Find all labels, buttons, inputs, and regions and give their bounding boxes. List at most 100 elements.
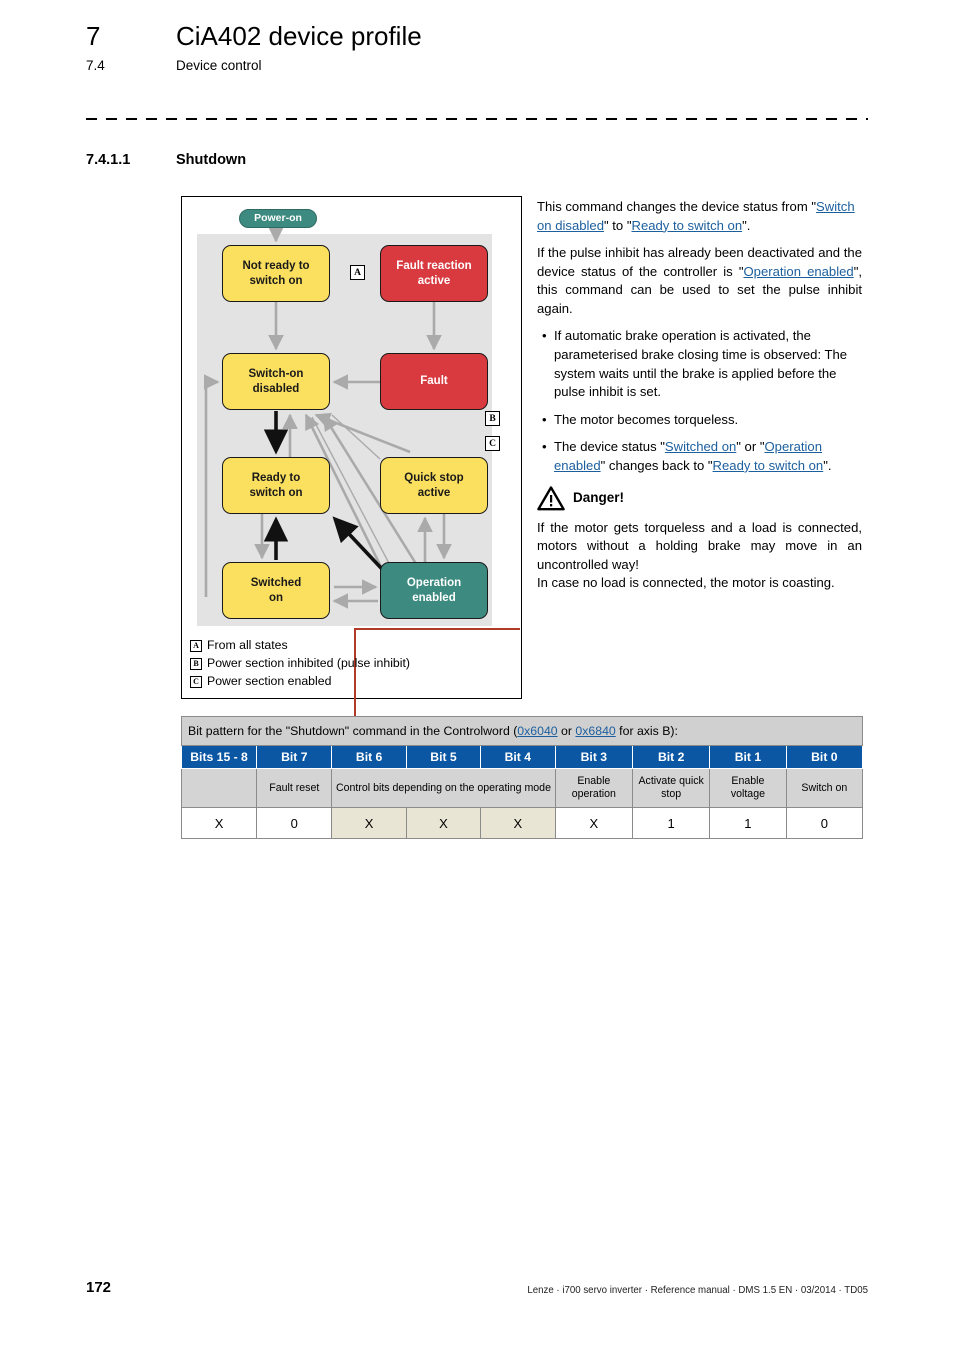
danger-paragraph-2: In case no load is connected, the motor … [537, 575, 835, 591]
state-operation-enabled: Operation enabled [380, 562, 488, 619]
link-ready-to-switch-on[interactable]: Ready to switch on [631, 218, 742, 233]
bullet3-text-d: ". [823, 457, 832, 473]
marker-a-icon: A [190, 640, 202, 652]
marker-b-icon: B [190, 657, 202, 670]
bullet3-text-b: " or " [736, 439, 765, 455]
table-description-row: Fault reset Control bits depending on th… [180, 768, 864, 808]
state-label: Fault reaction active [396, 260, 472, 287]
desc-bit0: Switch on [785, 768, 864, 808]
danger-paragraph-1: If the motor gets torqueless and a load … [537, 519, 862, 572]
paragraph-1: This command changes the device status f… [537, 198, 862, 235]
danger-notice-header: Danger! [537, 485, 862, 511]
state-switch-on-disabled: Switch-on disabled [222, 353, 330, 410]
section-title: Device control [176, 57, 262, 73]
paragraph-2: If the pulse inhibit has already been de… [537, 244, 862, 318]
description-column: This command changes the device status f… [537, 198, 862, 602]
legend-text: Power section inhibited (pulse inhibit) [207, 655, 411, 670]
value-bit0: 0 [785, 807, 864, 839]
caption-text-a: Bit pattern for the "Shutdown" command i… [188, 724, 518, 738]
marker-a-icon: A [350, 265, 365, 280]
desc-bit3: Enable operation [554, 768, 634, 808]
bit-pattern-table: Bit pattern for the "Shutdown" command i… [180, 716, 864, 839]
list-item: The device status "Switched on" or "Oper… [542, 438, 862, 475]
link-0x6040[interactable]: 0x6040 [517, 724, 557, 738]
subsection-heading: 7.4.1.1 Shutdown [86, 152, 246, 168]
chapter-number: 7 [86, 21, 101, 51]
subsection-title: Shutdown [176, 152, 247, 168]
para1-text-a: This command changes the device status f… [537, 199, 817, 214]
column-header-bit7: Bit 7 [256, 745, 333, 769]
column-header-bit3: Bit 3 [554, 745, 634, 769]
value-bit4: X [480, 807, 556, 839]
marker-c-icon: C [485, 436, 500, 451]
state-fault: Fault [380, 353, 488, 410]
desc-bits15-8 [180, 768, 258, 808]
section-number: 7.4 [86, 57, 105, 73]
desc-bit1: Enable voltage [709, 768, 787, 808]
state-diagram: Power-on Not ready to switch on Fault rea… [182, 197, 521, 833]
desc-bits6-4: Control bits depending on the operating … [331, 768, 556, 808]
table-value-row: X 0 X X X X 1 1 0 [180, 807, 864, 839]
para1-text-c: ". [742, 217, 751, 233]
state-switched-on: Switched on [222, 562, 330, 619]
column-header-bit5: Bit 5 [405, 745, 482, 769]
state-not-ready-to-switch-on: Not ready to switch on [222, 245, 330, 302]
state-ready-to-switch-on: Ready to switch on [222, 457, 330, 514]
table-header-row: Bits 15 - 8 Bit 7 Bit 6 Bit 5 Bit 4 Bit … [180, 745, 864, 769]
state-label: Switched on [250, 577, 302, 604]
desc-bit7: Fault reset [256, 768, 333, 808]
column-header-bits15-8: Bits 15 - 8 [180, 745, 258, 769]
list-item: The motor becomes torqueless. [542, 411, 862, 430]
legend-item: B Power section inhibited (pulse inhibit… [190, 655, 515, 673]
column-header-bit0: Bit 0 [785, 745, 864, 769]
marker-b-icon: B [485, 411, 500, 426]
link-operation-enabled[interactable]: Operation enabled [743, 264, 853, 279]
state-power-on: Power-on [239, 209, 317, 228]
state-machine-figure: Power-on Not ready to switch on Fault rea… [181, 196, 522, 833]
footer-text: Lenze · i700 servo inverter · Reference … [527, 1285, 868, 1296]
state-label: Switch-on disabled [248, 368, 304, 395]
horizontal-divider [86, 118, 868, 120]
value-bits15-8: X [180, 807, 258, 839]
value-bit5: X [405, 807, 482, 839]
state-fault-reaction-active: Fault reaction active [380, 245, 488, 302]
state-label: Ready to switch on [249, 472, 303, 499]
table-caption: Bit pattern for the "Shutdown" command i… [181, 716, 863, 746]
bullet3-text-a: The device status " [554, 439, 665, 455]
state-label: Quick stop active [404, 472, 464, 499]
danger-label: Danger! [573, 490, 625, 506]
chapter-title: CiA402 device profile [176, 21, 422, 51]
legend-text: From all states [207, 638, 288, 652]
effects-list: If automatic brake operation is activate… [537, 327, 862, 475]
link-ready-to-switch-on-2[interactable]: Ready to switch on [713, 458, 824, 473]
state-label: Not ready to switch on [242, 260, 310, 287]
link-0x6840[interactable]: 0x6840 [575, 724, 615, 738]
desc-bit2: Activate quick stop [632, 768, 711, 808]
value-bit3: X [554, 807, 634, 839]
column-header-bit1: Bit 1 [709, 745, 787, 769]
state-label: Fault [420, 375, 448, 388]
link-switched-on[interactable]: Switched on [665, 439, 736, 454]
page-number: 172 [86, 1279, 112, 1296]
legend-text: Power section enabled [207, 673, 332, 688]
value-bit2: 1 [632, 807, 711, 839]
column-header-bit2: Bit 2 [632, 745, 711, 769]
subsection-number: 7.4.1.1 [86, 152, 131, 168]
caption-text-c: for axis B): [615, 724, 678, 738]
marker-c-icon: C [190, 675, 202, 688]
value-bit1: 1 [709, 807, 787, 839]
legend-item: C Power section enabled [190, 673, 515, 691]
table-caption-row: Bit pattern for the "Shutdown" command i… [181, 716, 863, 746]
value-bit7: 0 [256, 807, 333, 839]
column-header-bit6: Bit 6 [331, 745, 407, 769]
value-bit6: X [331, 807, 407, 839]
column-header-bit4: Bit 4 [480, 745, 556, 769]
list-item: If automatic brake operation is activate… [542, 327, 862, 401]
legend-item: A From all states [190, 637, 515, 655]
para1-text-b: " to " [603, 217, 632, 233]
bullet3-text-c: " changes back to " [600, 457, 713, 473]
warning-triangle-icon [537, 485, 565, 510]
state-label: Operation enabled [406, 577, 462, 604]
caption-text-b: or [557, 724, 576, 738]
figure-legend: A From all states B Power section inhibi… [190, 637, 515, 690]
